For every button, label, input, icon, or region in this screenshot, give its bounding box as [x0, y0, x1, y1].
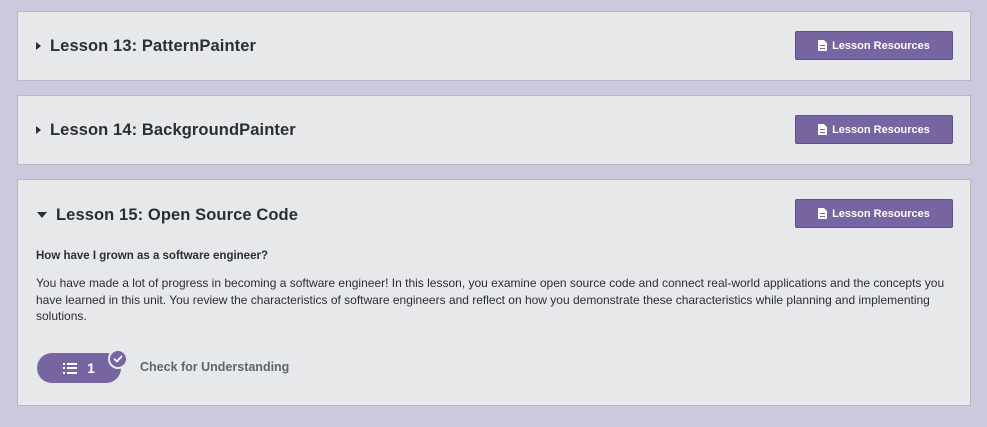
lesson-title: Lesson 13: PatternPainter: [50, 36, 257, 55]
document-icon: [818, 124, 828, 135]
caret-right-icon: [36, 126, 41, 134]
check-for-understanding-label[interactable]: Check for Understanding: [140, 360, 289, 374]
lesson-title: Lesson 15: Open Source Code: [56, 205, 299, 224]
lesson-question: How have I grown as a software engineer?: [36, 250, 268, 262]
lesson-title: Lesson 14: BackgroundPainter: [50, 120, 296, 139]
list-icon: [63, 362, 78, 374]
document-icon: [818, 208, 828, 219]
lesson-resources-label: Lesson Resources: [832, 123, 930, 136]
lesson-card-15: Lesson 15: Open Source Code Lesson Resou…: [17, 179, 971, 406]
caret-right-icon: [36, 42, 41, 50]
lesson-resources-button[interactable]: Lesson Resources: [795, 115, 953, 144]
lesson-description: You have made a lot of progress in becom…: [36, 276, 945, 323]
lesson-card-13: Lesson 13: PatternPainter Lesson Resourc…: [17, 11, 971, 81]
caret-down-icon: [37, 212, 47, 218]
check-icon: [108, 349, 128, 369]
lesson-resources-label: Lesson Resources: [832, 207, 930, 220]
document-icon: [818, 40, 828, 51]
lesson-resources-button[interactable]: Lesson Resources: [795, 31, 953, 60]
lesson-card-14: Lesson 14: BackgroundPainter Lesson Reso…: [17, 95, 971, 165]
lesson-resources-button[interactable]: Lesson Resources: [795, 199, 953, 228]
lesson-resources-label: Lesson Resources: [832, 39, 930, 52]
activity-count: 1: [87, 360, 95, 376]
